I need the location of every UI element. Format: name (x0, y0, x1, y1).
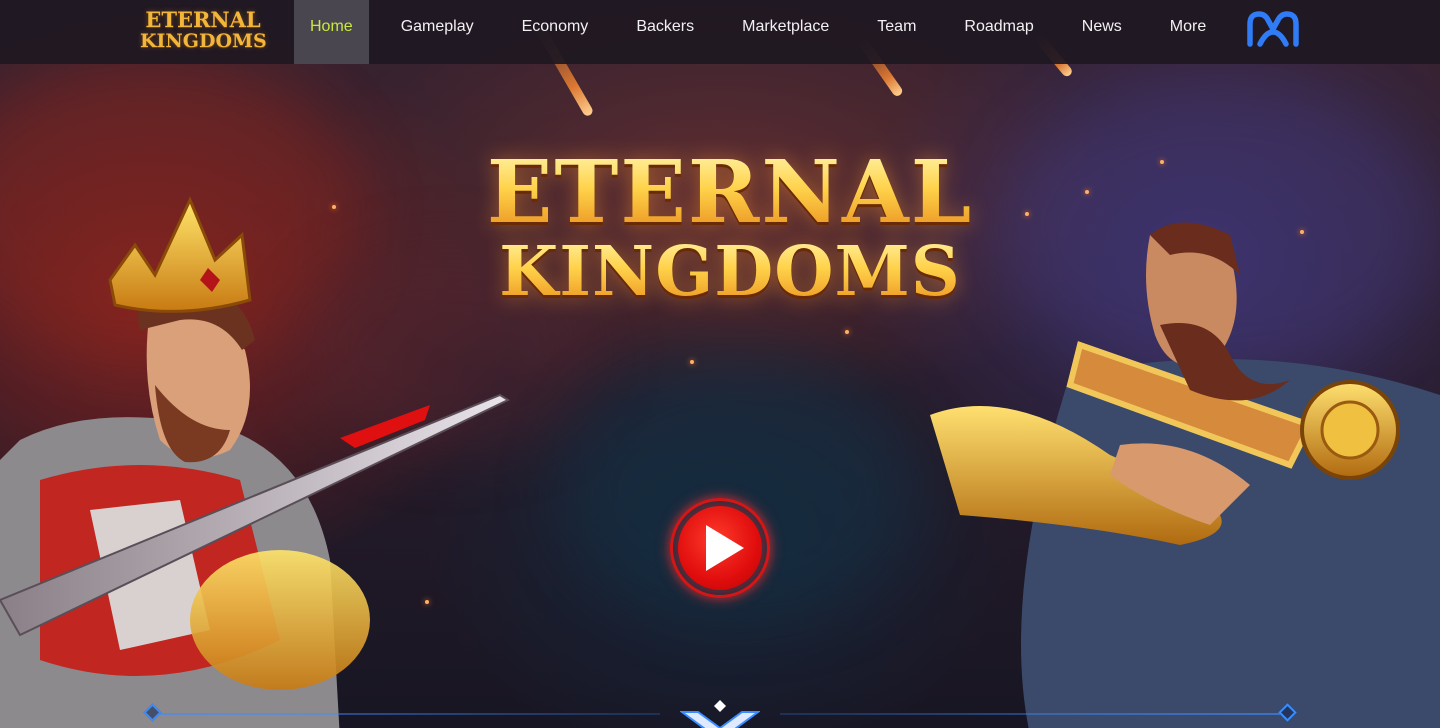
main-menu: Home Gameplay Economy Backers Marketplac… (294, 0, 1222, 64)
nav-item-news[interactable]: News (1050, 0, 1138, 64)
site-logo[interactable]: ETERNAL KINGDOMS (140, 7, 267, 56)
hero-background (0, 0, 1440, 728)
nav-item-roadmap[interactable]: Roadmap (932, 0, 1049, 64)
king-character-illustration (0, 196, 511, 728)
hero-title-line-1: ETERNAL (470, 150, 990, 236)
play-icon (706, 525, 744, 571)
logo-line-1: ETERNAL (145, 7, 261, 32)
top-navigation-bar: ETERNAL KINGDOMS Home Gameplay Economy B… (0, 0, 1440, 64)
scroll-down-chevron-icon[interactable] (680, 700, 760, 728)
nav-item-more[interactable]: More (1138, 0, 1222, 64)
nav-item-home[interactable]: Home (294, 0, 369, 64)
bottom-divider-left (160, 713, 660, 715)
logo-line-2: KINGDOMS (140, 30, 267, 52)
warrior-character-illustration (930, 222, 1440, 728)
hero-title-line-2: KINGDOMS (470, 234, 990, 310)
nav-item-team[interactable]: Team (845, 0, 932, 64)
nav-item-marketplace[interactable]: Marketplace (710, 0, 845, 64)
nav-item-gameplay[interactable]: Gameplay (369, 0, 490, 64)
nav-item-backers[interactable]: Backers (604, 0, 710, 64)
bottom-divider-right (780, 713, 1280, 715)
mobox-logo-icon[interactable] (1244, 10, 1302, 50)
hero-game-title: ETERNAL KINGDOMS (470, 150, 990, 311)
nav-item-economy[interactable]: Economy (490, 0, 605, 64)
play-video-button[interactable] (664, 492, 776, 604)
